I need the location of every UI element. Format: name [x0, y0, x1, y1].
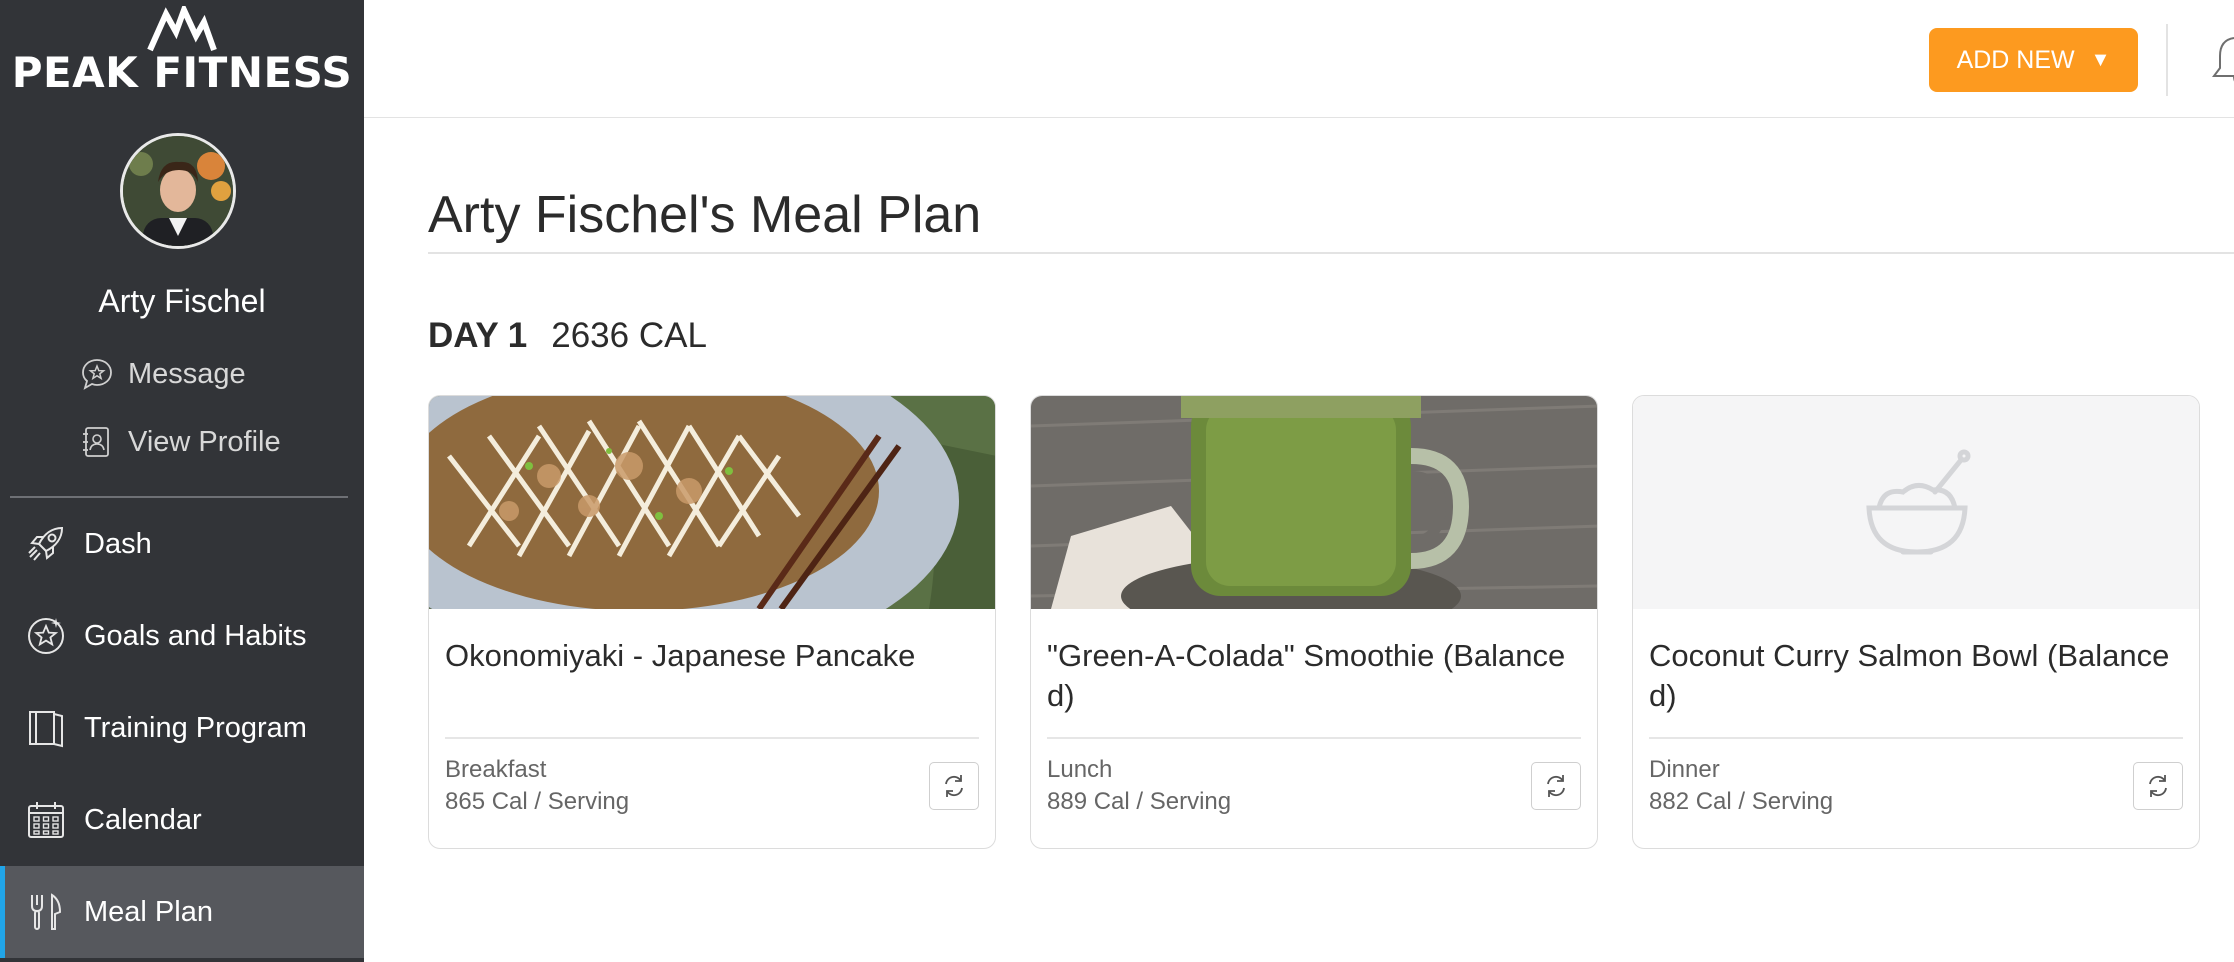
meal-title[interactable]: "Green-A-Colada" Smoothie (Balanced): [1047, 636, 1582, 716]
card-divider: [445, 737, 979, 739]
fork-knife-icon: [31, 893, 62, 930]
green-smoothie-photo[interactable]: [1031, 396, 1597, 609]
calendar-icon: [28, 802, 64, 838]
brand-logo[interactable]: PEAK FITNESS: [0, 6, 364, 97]
sidebar-item-label: Goals and Habits: [84, 619, 307, 652]
sidebar-item-calendar[interactable]: Calendar: [0, 774, 364, 866]
book-icon: [29, 711, 63, 748]
message-link[interactable]: Message: [80, 354, 246, 394]
add-new-label: ADD NEW: [1956, 45, 2075, 74]
placeholder-bowl-icon: [1633, 396, 2199, 609]
sidebar-item-label: Meal Plan: [84, 895, 213, 928]
day-header: DAY 1 2636 CAL: [428, 316, 707, 356]
title-divider: [428, 252, 2234, 254]
page-title: Arty Fischel's Meal Plan: [428, 186, 982, 244]
refresh-icon: [945, 775, 963, 797]
day-calories: 2636 CAL: [551, 316, 707, 355]
user-name: Arty Fischel: [98, 283, 266, 319]
sidebar-item-label: Training Program: [84, 711, 307, 744]
okonomiyaki-photo[interactable]: [429, 396, 995, 609]
sidebar-item-label: Dash: [84, 527, 152, 560]
refresh-icon: [2149, 775, 2167, 797]
swap-meal-button[interactable]: [1531, 762, 1581, 810]
view-profile-link[interactable]: View Profile: [80, 422, 281, 462]
meal-calories: 865 Cal / Serving: [445, 788, 630, 815]
sidebar-item-meal-plan[interactable]: Meal Plan: [0, 866, 364, 958]
meal-type: Dinner: [1649, 756, 1720, 783]
meal-type: Breakfast: [445, 756, 547, 783]
star-badge-icon: [28, 618, 64, 654]
sidebar-item-training-program[interactable]: Training Program: [0, 682, 364, 774]
meal-calories: 882 Cal / Serving: [1649, 788, 1834, 815]
message-label: Message: [128, 357, 246, 390]
sidebar-item-dash[interactable]: Dash: [0, 498, 364, 590]
card-divider: [1047, 737, 1581, 739]
swap-meal-button[interactable]: [929, 762, 979, 810]
bell-icon[interactable]: [2206, 30, 2234, 88]
avatar[interactable]: [120, 133, 236, 249]
refresh-icon: [1547, 775, 1565, 797]
card-divider: [1649, 737, 2183, 739]
sidebar-item-goals-and-habits[interactable]: Goals and Habits: [0, 590, 364, 682]
rocket-icon: [28, 526, 64, 561]
topbar-separator: [2166, 24, 2168, 96]
view-profile-label: View Profile: [128, 425, 281, 458]
placeholder-bowl-photo[interactable]: [1633, 396, 2199, 609]
mountain-logo-icon: [147, 6, 217, 52]
sidebar-item-label: Calendar: [84, 803, 202, 836]
meal-card-lunch[interactable]: "Green-A-Colada" Smoothie (Balanced) Lun…: [1030, 395, 1598, 849]
meal-card-dinner[interactable]: Coconut Curry Salmon Bowl (Balanced) Din…: [1632, 395, 2200, 849]
meal-type: Lunch: [1047, 756, 1113, 783]
swap-meal-button[interactable]: [2133, 762, 2183, 810]
meal-card-breakfast[interactable]: Okonomiyaki - Japanese Pancake Breakfast…: [428, 395, 996, 849]
sidebar: PEAK FITNESS Arty Fischel Message View P…: [0, 0, 364, 962]
brand-name: PEAK FITNESS: [11, 48, 353, 97]
day-label: DAY 1: [428, 316, 528, 355]
meal-calories: 889 Cal / Serving: [1047, 788, 1232, 815]
meal-title[interactable]: Okonomiyaki - Japanese Pancake: [445, 636, 980, 676]
meal-title[interactable]: Coconut Curry Salmon Bowl (Balanced): [1649, 636, 2184, 716]
add-new-button[interactable]: ADD NEW ▼: [1929, 28, 2138, 92]
chevron-down-icon: ▼: [2090, 48, 2111, 71]
contact-book-icon: [83, 427, 109, 457]
chat-star-icon: [82, 359, 112, 390]
